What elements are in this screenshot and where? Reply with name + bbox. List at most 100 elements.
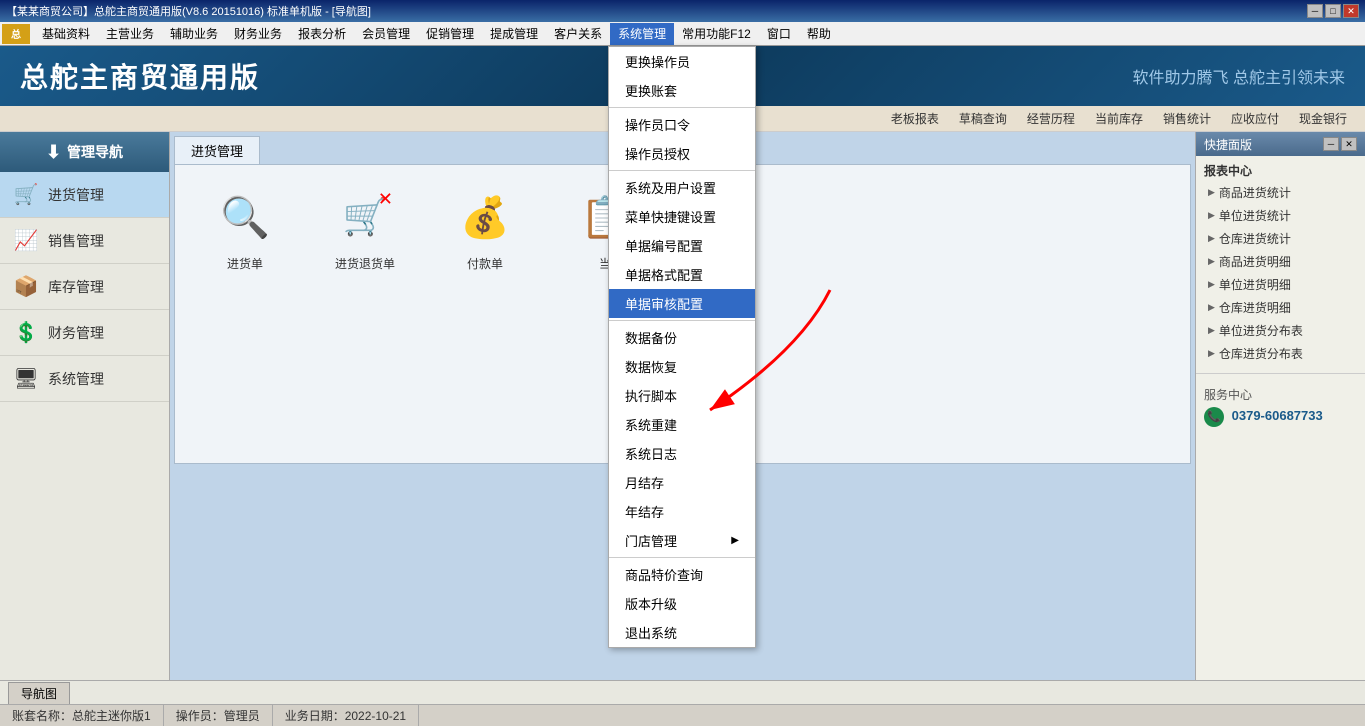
quicknav-receivable[interactable]: 应收应付 [1223,108,1287,129]
titlebar: 【某某商贸公司】总舵主商贸通用版(V8.6 20151016) 标准单机版 - … [0,0,1365,22]
dd-sys-log[interactable]: 系统日志 [609,439,755,468]
menu-common[interactable]: 常用功能F12 [674,23,759,45]
dd-sys-rebuild[interactable]: 系统重建 [609,410,755,439]
quick-link-0[interactable]: 商品进货统计 [1196,181,1365,204]
menubar: 总 基础资料 主营业务 辅助业务 财务业务 报表分析 会员管理 促销管理 提成管… [0,22,1365,46]
sidebar-header: ⬇ 管理导航 [0,132,169,172]
purchase-order-icon: 🔍 [213,185,277,249]
minimize-button[interactable]: ─ [1307,4,1323,18]
dd-special-price[interactable]: 商品特价查询 [609,560,755,589]
sidebar-item-sales[interactable]: 📈 销售管理 [0,218,169,264]
quicknav-draft-query[interactable]: 草稿查询 [951,108,1015,129]
quick-link-4[interactable]: 单位进货明细 [1196,273,1365,296]
quick-panel-header: 快捷面版 ─ ✕ [1196,132,1365,156]
header-slogan: 软件助力腾飞 总舵主引领未来 [1133,64,1345,88]
payment-label: 付款单 [467,255,503,272]
dd-sep4 [609,557,755,558]
service-section: 服务中心 📞 0379-60687733 [1196,378,1365,435]
sidebar-item-finance-label: 财务管理 [48,323,104,343]
window-controls: ─ □ ✕ [1307,4,1359,18]
quick-panel-close[interactable]: ✕ [1341,137,1357,151]
return-order-icon: 🛒 ✕ [333,185,397,249]
dd-store-mgmt[interactable]: 门店管理 ▶ [609,526,755,555]
menu-window[interactable]: 窗口 [759,23,799,45]
payment-item[interactable]: 💰 付款单 [435,185,535,272]
window-title: 【某某商贸公司】总舵主商贸通用版(V8.6 20151016) 标准单机版 - … [6,3,371,19]
dd-operator-auth[interactable]: 操作员授权 [609,139,755,168]
dd-version-upgrade[interactable]: 版本升级 [609,589,755,618]
dd-menu-shortcuts[interactable]: 菜单快捷键设置 [609,202,755,231]
dd-month-close[interactable]: 月结存 [609,468,755,497]
quick-section-title: 报表中心 [1196,160,1365,181]
quick-panel-buttons: ─ ✕ [1323,137,1357,151]
sidebar-item-purchase[interactable]: 🛒 进货管理 [0,172,169,218]
dd-sep1 [609,107,755,108]
sidebar-item-purchase-label: 进货管理 [48,185,104,205]
sidebar-item-finance[interactable]: 💲 财务管理 [0,310,169,356]
dd-change-operator[interactable]: 更换操作员 [609,47,755,76]
menu-reports[interactable]: 报表分析 [290,23,354,45]
sidebar-item-system[interactable]: 🖥 系统管理 [0,356,169,402]
return-order-item[interactable]: 🛒 ✕ 进货退货单 [315,185,415,272]
dropdown-menu: 更换操作员 更换账套 操作员口令 操作员授权 系统及用户设置 菜单快捷键设置 单… [608,46,756,648]
quick-section-reports: 报表中心 商品进货统计 单位进货统计 仓库进货统计 商品进货明细 单位进货明细 … [1196,156,1365,369]
menu-reminders[interactable]: 提成管理 [482,23,546,45]
quick-link-7[interactable]: 仓库进货分布表 [1196,342,1365,365]
dd-doc-audit[interactable]: 单据审核配置 [609,289,755,318]
quick-panel: 快捷面版 ─ ✕ 报表中心 商品进货统计 单位进货统计 仓库进货统计 商品进货明… [1195,132,1365,680]
quick-link-1[interactable]: 单位进货统计 [1196,204,1365,227]
menu-main-biz[interactable]: 主营业务 [98,23,162,45]
status-tab-nav[interactable]: 导航图 [8,682,70,704]
dd-data-backup[interactable]: 数据备份 [609,323,755,352]
quick-link-5[interactable]: 仓库进货明细 [1196,296,1365,319]
quicknav-cash-bank[interactable]: 现金银行 [1291,108,1355,129]
sidebar-item-inventory[interactable]: 📦 库存管理 [0,264,169,310]
sidebar: ⬇ 管理导航 🛒 进货管理 📈 销售管理 📦 库存管理 💲 财务管理 🖥 系统管… [0,132,170,680]
submenu-arrow-icon: ▶ [731,535,739,546]
quick-panel-minimize[interactable]: ─ [1323,137,1339,151]
app-logo: 总 [2,24,30,44]
service-phone: 📞 0379-60687733 [1204,407,1357,427]
restore-button[interactable]: □ [1325,4,1341,18]
dd-exit[interactable]: 退出系统 [609,618,755,647]
menu-members[interactable]: 会员管理 [354,23,418,45]
quick-link-2[interactable]: 仓库进货统计 [1196,227,1365,250]
dd-data-restore[interactable]: 数据恢复 [609,352,755,381]
dd-sep3 [609,320,755,321]
menu-promotions[interactable]: 促销管理 [418,23,482,45]
quicknav-current-stock[interactable]: 当前库存 [1087,108,1151,129]
menu-aux-biz[interactable]: 辅助业务 [162,23,226,45]
quick-panel-title: 快捷面版 [1204,136,1252,153]
statusbar: 导航图 [0,680,1365,704]
dd-sep2 [609,170,755,171]
sidebar-header-icon: ⬇ [46,142,61,163]
menu-help[interactable]: 帮助 [799,23,839,45]
menu-customers[interactable]: 客户关系 [546,23,610,45]
inventory-icon: 📦 [12,273,40,301]
close-button[interactable]: ✕ [1343,4,1359,18]
dd-change-account[interactable]: 更换账套 [609,76,755,105]
purchase-order-item[interactable]: 🔍 进货单 [195,185,295,272]
dd-doc-format[interactable]: 单据格式配置 [609,260,755,289]
payment-icon: 💰 [453,185,517,249]
dd-sys-user-settings[interactable]: 系统及用户设置 [609,173,755,202]
dd-exec-script[interactable]: 执行脚本 [609,381,755,410]
phone-icon: 📞 [1204,407,1224,427]
quicknav-biz-history[interactable]: 经营历程 [1019,108,1083,129]
sidebar-item-inventory-label: 库存管理 [48,277,104,297]
quick-link-6[interactable]: 单位进货分布表 [1196,319,1365,342]
return-order-label: 进货退货单 [335,255,395,272]
sidebar-header-label: 管理导航 [67,142,123,162]
quicknav-sales-stats[interactable]: 销售统计 [1155,108,1219,129]
menu-finance[interactable]: 财务业务 [226,23,290,45]
quicknav-boss-report[interactable]: 老板报表 [883,108,947,129]
dd-doc-numbering[interactable]: 单据编号配置 [609,231,755,260]
quick-divider [1196,373,1365,374]
quick-link-3[interactable]: 商品进货明细 [1196,250,1365,273]
menu-system[interactable]: 系统管理 [610,23,674,45]
panel-tab[interactable]: 进货管理 [174,136,260,164]
menu-basics[interactable]: 基础资料 [34,23,98,45]
infobar: 账套名称：总舵主迷你版1 操作员：管理员 业务日期：2022-10-21 [0,704,1365,726]
dd-year-close[interactable]: 年结存 [609,497,755,526]
dd-operator-pwd[interactable]: 操作员口令 [609,110,755,139]
